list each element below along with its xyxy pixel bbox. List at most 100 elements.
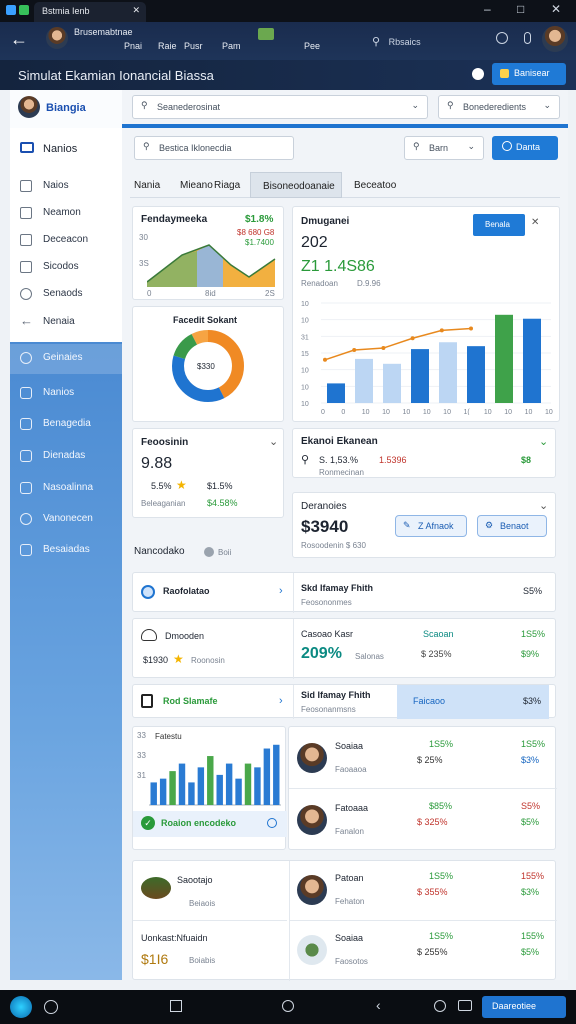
close-button[interactable]: ✕: [551, 2, 561, 16]
back-arrow-icon[interactable]: ←: [10, 29, 28, 50]
mic-icon[interactable]: [524, 32, 531, 44]
list-row-2[interactable]: Dmooden $1930 ★ Roonosin Casoao Kasr 209…: [132, 618, 556, 679]
row-divider: [293, 619, 294, 679]
chevron-down-icon: ⌄: [411, 100, 419, 110]
tab-1[interactable]: Nania: [134, 180, 160, 191]
person-row-4[interactable]: Soaiaa Faosotos 1S5% $ 255% 155% $5%: [289, 921, 557, 981]
filter-select-1[interactable]: ⚲ Seanederosinat ⌄: [132, 95, 428, 119]
sidebar-blue-item-1[interactable]: Geinaies: [10, 344, 122, 374]
person-metric-1: 1S5%: [429, 871, 454, 881]
toolbar-item-5[interactable]: Pam: [222, 41, 241, 51]
toolbar-item-6[interactable]: Pee: [304, 41, 320, 51]
row-metric-1: Scaoan: [423, 629, 454, 639]
card-value: $1.8%: [245, 214, 274, 225]
map-icon[interactable]: [258, 28, 274, 40]
card-sub: $8 680 G8: [237, 228, 275, 237]
bar: [411, 349, 429, 403]
bottom-left-row-2[interactable]: Uonkast:Nfuaidn $1I6 Boiabis: [133, 921, 287, 981]
tab-close-icon[interactable]: ✕: [132, 5, 140, 16]
sort-select[interactable]: ⚲ Barn ⌄: [404, 136, 484, 160]
sidebar-blue-item-2[interactable]: Nanios: [10, 379, 122, 409]
person-row-3[interactable]: Patoan Fehaton 1S5% $ 355% 155% $3%: [289, 861, 557, 921]
home-icon[interactable]: [282, 1000, 294, 1012]
card-title: Deranoies: [301, 501, 347, 512]
chevron-down-icon[interactable]: ⌄: [539, 435, 548, 448]
list-row-3[interactable]: Rod Slamafe › Sid Ifamay Fhith Feosonanm…: [132, 684, 556, 719]
row-title: Sid Ifamay Fhith: [301, 690, 371, 700]
card-label-value: $4.58%: [207, 498, 238, 508]
chart-footer[interactable]: ✓ Roaion encodeko: [133, 811, 287, 837]
sidebar-blue-item-6[interactable]: Vanonecen: [10, 505, 122, 535]
sidebar-blue-item-7[interactable]: Besaiadas: [10, 536, 122, 566]
user-avatar[interactable]: [542, 26, 568, 52]
admin-button[interactable]: Banisear: [492, 63, 566, 85]
filter-select-2[interactable]: ⚲ Bonederedients ⌄: [438, 95, 560, 119]
card-v2: 1.5396: [379, 455, 407, 465]
sidebar-blue-item-5[interactable]: Nasoalinna: [10, 474, 122, 504]
folder-icon[interactable]: [458, 1000, 472, 1011]
more-icon[interactable]: ✕: [531, 217, 539, 228]
refresh-icon[interactable]: [44, 1000, 58, 1014]
person-avatar: [297, 935, 327, 965]
profile-avatar[interactable]: [46, 27, 68, 49]
start-icon[interactable]: [10, 996, 32, 1018]
row-left-value: $1930: [143, 655, 169, 665]
bottom-card: Saootajo Beiaois Uonkast:Nfuaidn $1I6 Bo…: [132, 860, 557, 981]
square-icon[interactable]: [170, 1000, 182, 1012]
sidebar-blue-item-3[interactable]: Benagedia: [10, 410, 122, 440]
admin-button-label: Banisear: [514, 68, 550, 78]
toolbar-item-2[interactable]: Pnai: [124, 41, 142, 51]
monitor-icon: [20, 142, 34, 153]
chevron-down-icon[interactable]: ⌄: [539, 499, 548, 512]
notification-icon[interactable]: [472, 68, 484, 80]
settings-icon[interactable]: [496, 32, 508, 44]
sidebar-item-5[interactable]: Senaods: [10, 282, 122, 308]
toolbar-item-1[interactable]: Brusemabtnae: [74, 27, 133, 37]
action-pill-2[interactable]: ⚙ Benaot: [477, 515, 547, 537]
person-right-2: $5%: [521, 817, 540, 827]
window-title-bar: Bstmia Ienb ✕ – □ ✕: [0, 0, 576, 22]
sidebar-blue-item-4[interactable]: Dienadas: [10, 442, 122, 472]
sidebar-item-2[interactable]: Neamon: [10, 201, 122, 227]
search-input[interactable]: ⚲ Bestica Iklonecdia: [134, 136, 294, 160]
sidebar-section[interactable]: Nanios: [10, 136, 122, 162]
toolbar-item-4[interactable]: Pusr: [184, 41, 203, 51]
y-tick: 33: [137, 751, 146, 760]
tab-3[interactable]: Riaga: [214, 180, 240, 191]
sidebar-item-4[interactable]: Sicodos: [10, 255, 122, 281]
grid-icon: [20, 180, 32, 192]
person-name: Soaiaa: [335, 741, 364, 751]
maximize-button[interactable]: □: [517, 2, 524, 16]
tab-5[interactable]: Beceatoo: [354, 180, 396, 191]
sidebar-item-6[interactable]: ← Nenaia: [10, 310, 122, 336]
trend-point: [352, 348, 357, 352]
taskbar-button[interactable]: Daareotiee: [482, 996, 566, 1018]
sidebar-item-1[interactable]: Naios: [10, 174, 122, 200]
search-field[interactable]: ⚲ Rbsaics: [366, 30, 492, 52]
person-row-2[interactable]: Fatoaaa Fanalon $85% $ 325% S5% $5%: [289, 789, 557, 851]
go-button[interactable]: Danta: [492, 136, 558, 160]
bar: [188, 782, 195, 805]
sidebar-item-label: Neamon: [43, 207, 81, 218]
clock-icon[interactable]: [434, 1000, 446, 1012]
sidebar-item-label: Dienadas: [43, 450, 86, 461]
card-action-button[interactable]: Benala: [473, 214, 525, 236]
search-input-value: Bestica Iklonecdia: [159, 143, 232, 153]
tab-4[interactable]: Bisoneodoanaie: [250, 172, 342, 198]
chevron-down-icon[interactable]: ⌄: [269, 435, 278, 448]
toolbar-item-3[interactable]: Raie: [158, 41, 177, 51]
bar: [439, 342, 457, 403]
sidebar-item-3[interactable]: Deceacon: [10, 228, 122, 254]
action-pill-1[interactable]: ✎ Z Afnaok: [395, 515, 467, 537]
bottom-left-row-1[interactable]: Saootajo Beiaois: [133, 861, 287, 921]
tab-2[interactable]: Mieano: [180, 180, 213, 191]
chevron-right-icon: ›: [279, 585, 283, 597]
person-row-1[interactable]: Soaiaa Faoaaoa 1S5% $ 25% 1S5% $3%: [289, 727, 557, 789]
minimize-button[interactable]: –: [484, 2, 491, 16]
back-icon[interactable]: ‹: [376, 997, 381, 1013]
card-sub2: D.9.96: [357, 279, 381, 288]
list-row-1[interactable]: Raofolatao › Skd Ifamay Fhith Feosononme…: [132, 572, 556, 613]
browser-tab[interactable]: Bstmia Ienb ✕: [34, 2, 146, 22]
person-avatar: [297, 875, 327, 905]
refresh-icon[interactable]: [267, 818, 277, 828]
